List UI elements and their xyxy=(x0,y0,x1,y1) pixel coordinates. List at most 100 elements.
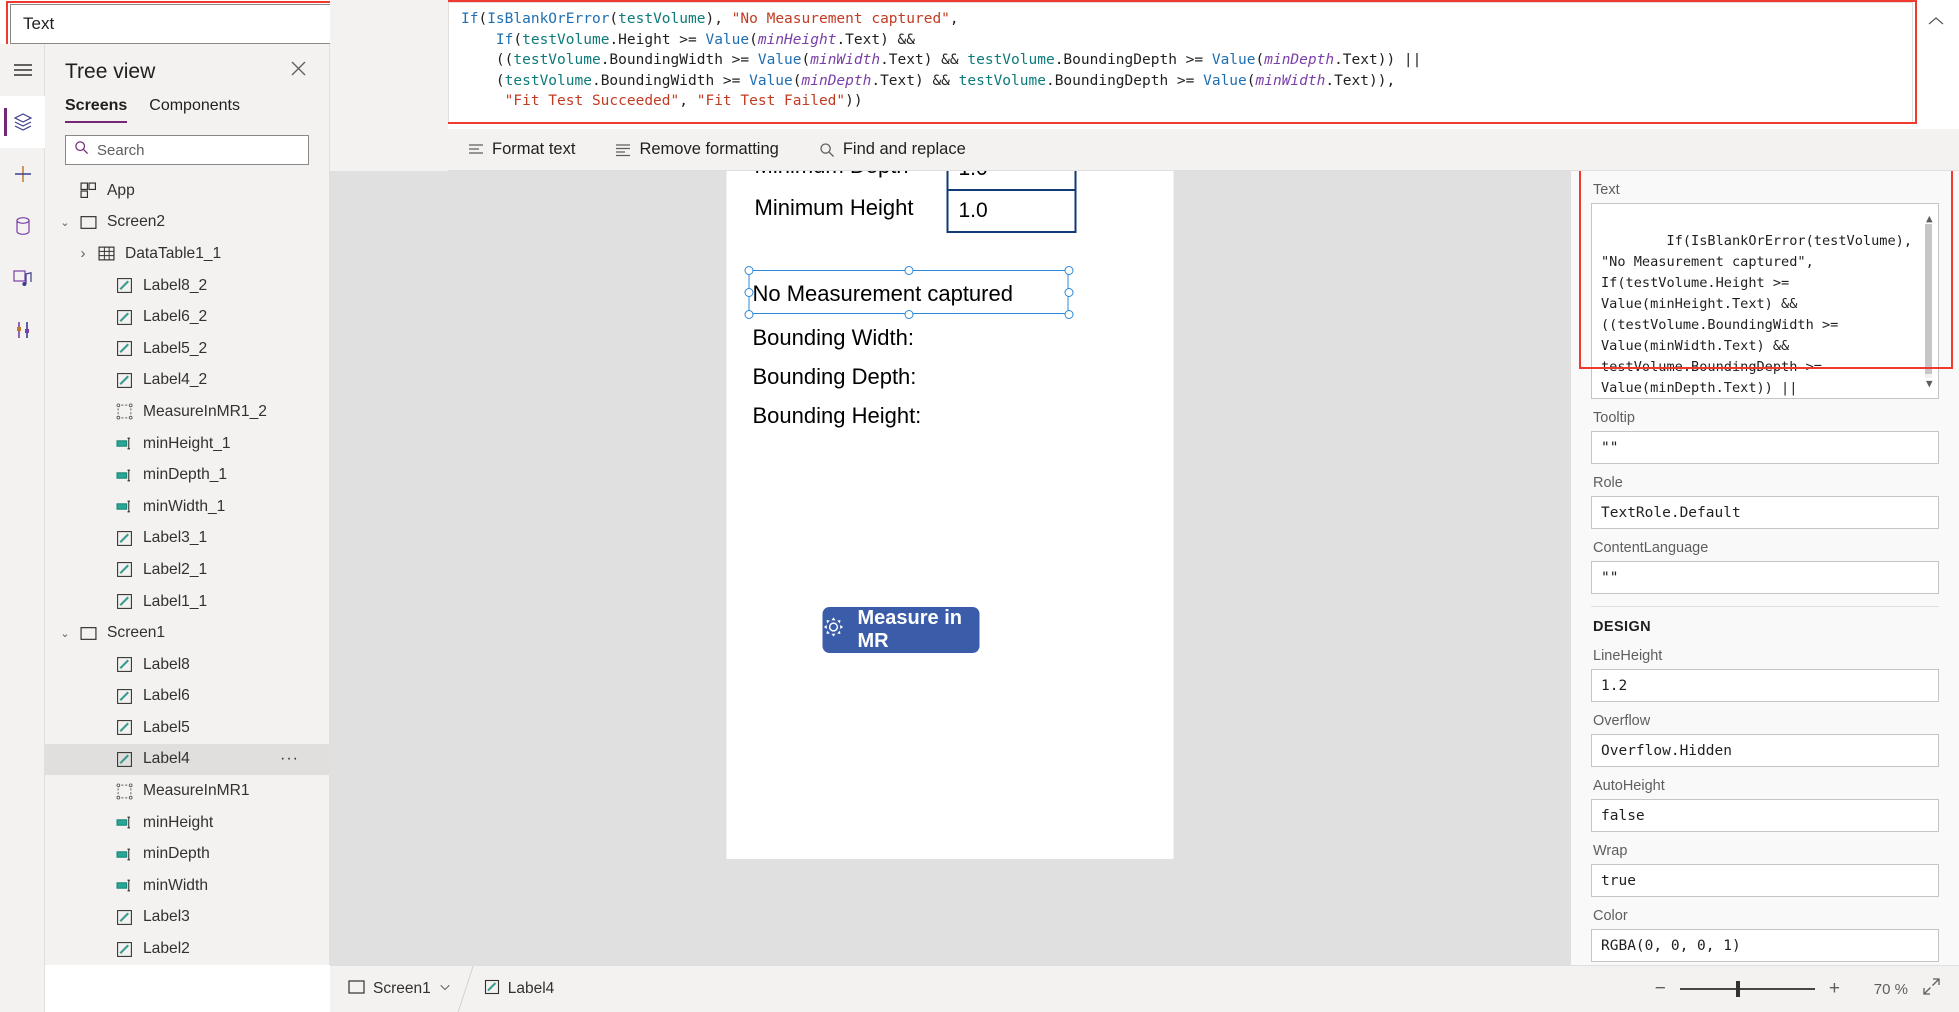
scroll-up-arrow-icon[interactable]: ▲ xyxy=(1926,208,1933,229)
chevron-up-icon[interactable] xyxy=(1921,6,1951,36)
more-options-icon[interactable]: ··· xyxy=(280,750,299,768)
property-input-tooltip[interactable]: "" xyxy=(1591,431,1939,464)
property-selector[interactable]: Text xyxy=(10,4,355,44)
breadcrumb-screen[interactable]: Screen1 xyxy=(330,979,465,999)
tree-item-minheight_1[interactable]: minHeight_1 xyxy=(45,428,329,460)
minimum-depth-label: Minimum Depth xyxy=(755,171,947,179)
tab-components[interactable]: Components xyxy=(149,97,240,123)
tree-item-measureinmr1_2[interactable]: MeasureInMR1_2 xyxy=(45,396,329,428)
min-height-input[interactable]: 1.0 xyxy=(946,189,1077,233)
resize-handle-ml[interactable] xyxy=(744,288,754,297)
chevron-down-icon[interactable]: ⌄ xyxy=(55,216,75,229)
zoom-slider-thumb[interactable] xyxy=(1735,981,1740,997)
tree-item-label6[interactable]: Label6 xyxy=(45,681,329,713)
zoom-in-button[interactable]: + xyxy=(1829,978,1840,1000)
tree-item-label3_1[interactable]: Label3_1 xyxy=(45,523,329,555)
text-property-input[interactable]: If(IsBlankOrError(testVolume), "No Measu… xyxy=(1591,203,1939,399)
tree-item-app[interactable]: App xyxy=(45,175,329,207)
tree-item-label4[interactable]: Label4 ··· xyxy=(45,743,329,776)
tree-item-label3[interactable]: Label3 xyxy=(45,902,329,934)
resize-handle-tr[interactable] xyxy=(1064,266,1074,275)
fit-screen-icon[interactable] xyxy=(1922,977,1941,1001)
label-icon xyxy=(111,751,137,768)
measure-in-mr-button[interactable]: Measure in MR xyxy=(822,607,980,653)
data-cylinder-icon[interactable] xyxy=(0,200,45,252)
left-icon-rail xyxy=(0,44,45,1012)
tree-item-label2_1[interactable]: Label2_1 xyxy=(45,554,329,586)
property-input-contentlanguage[interactable]: "" xyxy=(1591,561,1939,594)
format-text-button[interactable]: Format text xyxy=(460,136,583,163)
resize-handle-mr[interactable] xyxy=(1064,288,1074,297)
resize-handle-tl[interactable] xyxy=(744,266,754,275)
bounding-height-label[interactable]: Bounding Height: xyxy=(753,403,922,429)
tree-item-datatable1_1[interactable]: › DataTable1_1 xyxy=(45,238,329,270)
label-icon xyxy=(111,277,137,294)
selected-label-text[interactable]: No Measurement captured xyxy=(753,281,1013,307)
tree-item-label8[interactable]: Label8 xyxy=(45,649,329,681)
hamburger-menu-icon[interactable] xyxy=(0,44,45,96)
scroll-down-arrow-icon[interactable]: ▼ xyxy=(1926,373,1933,394)
toolbar-left-filler xyxy=(330,0,448,171)
tree-item-screen2[interactable]: ⌄ Screen2 xyxy=(45,207,329,239)
formula-line-3: (testVolume.BoundingWidth >= Value(minDe… xyxy=(495,72,1396,89)
tree-item-mindepth[interactable]: minDepth xyxy=(45,838,329,870)
property-input-autoheight[interactable]: false xyxy=(1591,799,1939,832)
text-property-scrollbar[interactable]: ▲ ▼ xyxy=(1921,206,1936,396)
tree-item-screen1[interactable]: ⌄ Screen1 xyxy=(45,617,329,649)
property-input-overflow[interactable]: Overflow.Hidden xyxy=(1591,734,1939,767)
zoom-slider[interactable] xyxy=(1679,981,1815,997)
bounding-depth-label[interactable]: Bounding Depth: xyxy=(753,364,917,390)
zoom-percent: 70 % xyxy=(1854,981,1908,998)
tools-icon[interactable] xyxy=(0,304,45,356)
remove-formatting-button[interactable]: Remove formatting xyxy=(607,136,786,163)
tree-item-label4_2[interactable]: Label4_2 xyxy=(45,365,329,397)
tab-screens[interactable]: Screens xyxy=(65,97,128,123)
tree-item-label: Label2 xyxy=(143,940,190,958)
textinput-icon xyxy=(111,846,137,863)
formula-input[interactable]: If(IsBlankOrError(testVolume), "No Measu… xyxy=(448,2,1913,124)
bounding-width-label[interactable]: Bounding Width: xyxy=(753,325,914,351)
label-icon xyxy=(484,979,500,1000)
chevron-down-icon[interactable]: ⌄ xyxy=(55,627,75,640)
tree-item-minwidth_1[interactable]: minWidth_1 xyxy=(45,491,329,523)
tree-item-mindepth_1[interactable]: minDepth_1 xyxy=(45,459,329,491)
tree-view-layers-icon[interactable] xyxy=(0,96,45,148)
property-input-color[interactable]: RGBA(0, 0, 0, 1) xyxy=(1591,929,1939,962)
minimum-height-label: Minimum Height xyxy=(754,195,914,220)
insert-plus-icon[interactable] xyxy=(0,148,45,200)
tree-item-label: DataTable1_1 xyxy=(125,244,222,262)
resize-handle-br[interactable] xyxy=(1064,310,1074,319)
breadcrumb-control[interactable]: Label4 xyxy=(466,979,569,1000)
zoom-out-button[interactable]: − xyxy=(1655,978,1666,1000)
tree-item-label5_2[interactable]: Label5_2 xyxy=(45,333,329,365)
property-input-role[interactable]: TextRole.Default xyxy=(1591,496,1939,529)
find-and-replace-button[interactable]: Find and replace xyxy=(811,136,974,163)
media-icon[interactable] xyxy=(0,252,45,304)
formula-line-2: ((testVolume.BoundingWidth >= Value(minW… xyxy=(495,52,1422,69)
app-canvas[interactable]: Minimum Depth 1.0 Minimum Height 1.0 No … xyxy=(330,171,1570,965)
resize-handle-tc[interactable] xyxy=(904,266,914,275)
tree-item-label2[interactable]: Label2 xyxy=(45,933,329,965)
tree-item-measureinmr1[interactable]: MeasureInMR1 xyxy=(45,775,329,807)
label-icon xyxy=(111,309,137,326)
close-icon[interactable] xyxy=(284,58,313,85)
tree-item-label1_1[interactable]: Label1_1 xyxy=(45,586,329,618)
tree-item-label8_2[interactable]: Label8_2 xyxy=(45,270,329,302)
design-section-heading: DESIGN xyxy=(1591,606,1939,637)
min-depth-input[interactable]: 1.0 xyxy=(946,171,1077,191)
chevron-down-icon[interactable] xyxy=(439,980,451,998)
tree-item-minheight[interactable]: minHeight xyxy=(45,807,329,839)
powerapps-studio: Text = fx ⌄ If(IsBlankOrError(testVolume… xyxy=(0,0,1959,1012)
format-text-label: Format text xyxy=(492,140,576,158)
tree-item-label5[interactable]: Label5 xyxy=(45,712,329,744)
properties-panel: Text If(IsBlankOrError(testVolume), "No … xyxy=(1570,171,1959,965)
resize-handle-bc[interactable] xyxy=(904,310,914,319)
search-input[interactable]: Search xyxy=(65,135,309,165)
tree-item-minwidth[interactable]: minWidth xyxy=(45,870,329,902)
property-input-wrap[interactable]: true xyxy=(1591,864,1939,897)
resize-handle-bl[interactable] xyxy=(744,310,754,319)
chevron-right-icon[interactable]: › xyxy=(73,245,93,262)
tree-item-label: Label6_2 xyxy=(143,308,208,326)
tree-item-label6_2[interactable]: Label6_2 xyxy=(45,301,329,333)
property-input-lineheight[interactable]: 1.2 xyxy=(1591,669,1939,702)
